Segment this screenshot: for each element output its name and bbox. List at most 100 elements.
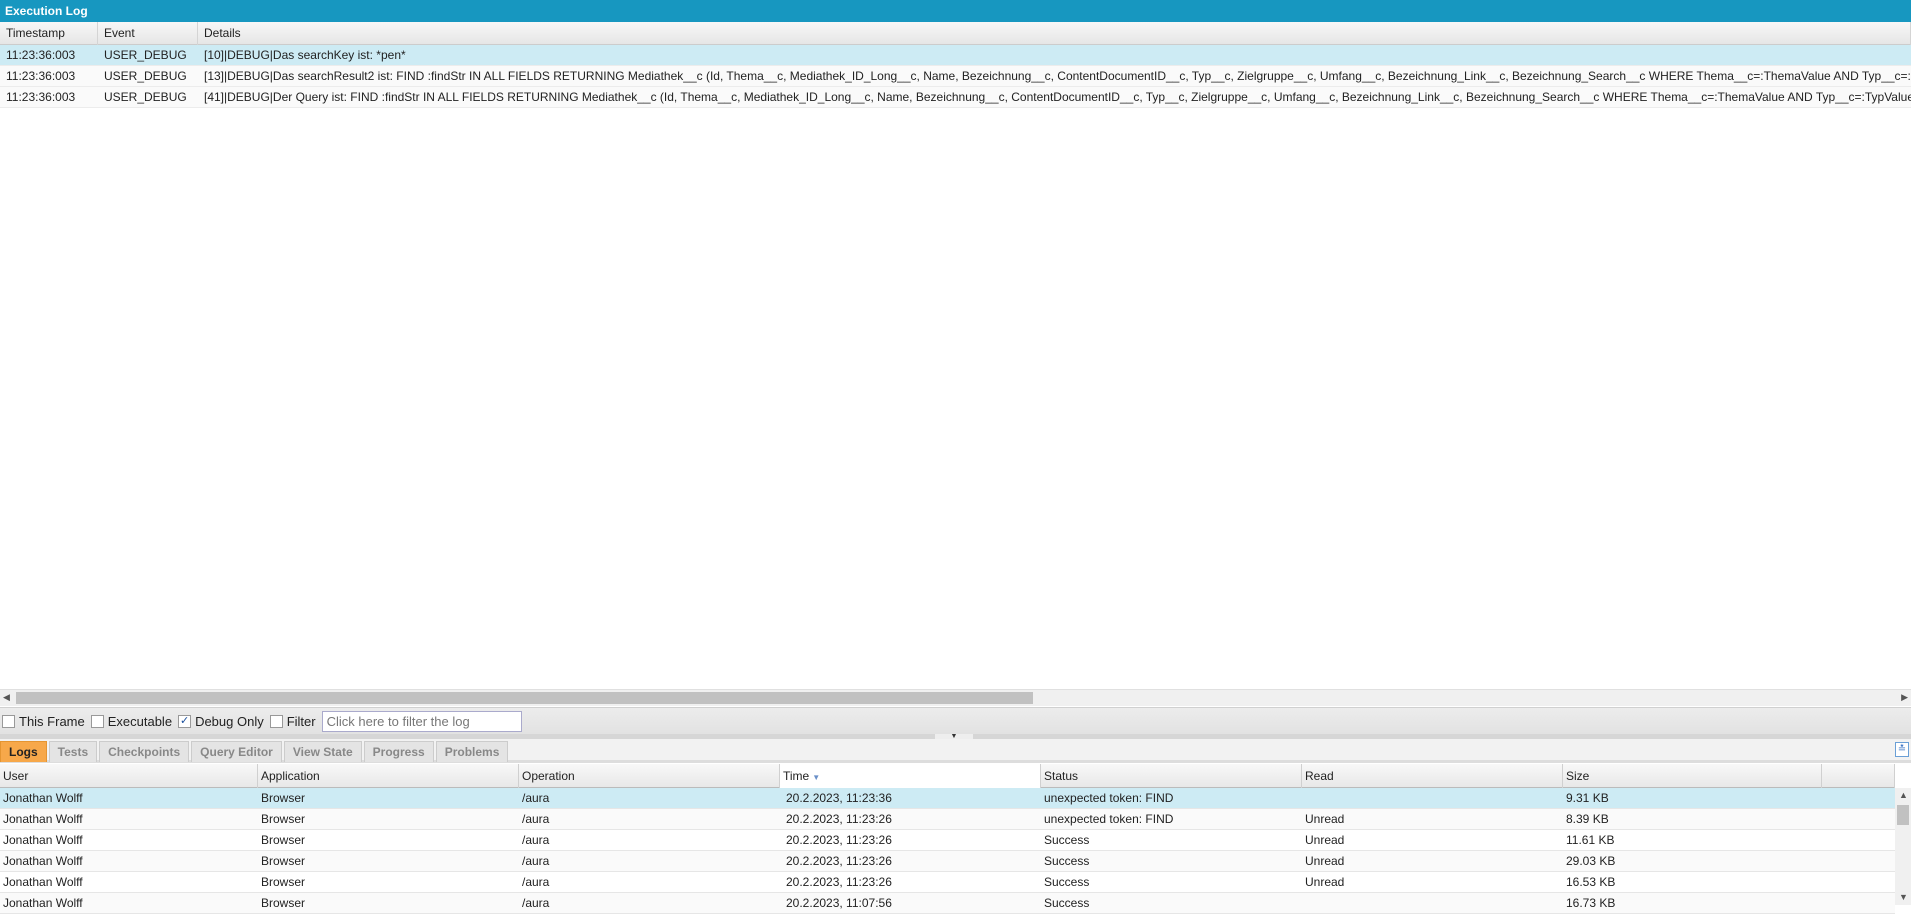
horizontal-scrollbar[interactable]: ◀ ▶ <box>0 689 1911 706</box>
debug-only-label: Debug Only <box>195 713 264 729</box>
time-cell: 20.2.2023, 11:23:26 <box>786 854 892 868</box>
column-time[interactable]: Time ▼ <box>780 764 1041 788</box>
tab-tests[interactable]: Tests <box>48 741 98 762</box>
this-frame-checkbox[interactable] <box>2 714 15 728</box>
time-cell: 20.2.2023, 11:23:26 <box>786 833 892 847</box>
column-application[interactable]: Application <box>258 764 519 788</box>
user-cell: Jonathan Wolff <box>3 791 83 805</box>
log-entry-row[interactable]: Jonathan Wolff Browser/aura 20.2.2023, 11:… <box>0 872 1895 893</box>
tab-logs[interactable]: Logs <box>0 741 47 762</box>
user-cell: Jonathan Wolff <box>3 896 83 910</box>
read-cell: Unread <box>1305 854 1345 868</box>
log-table-header: Timestamp Event Details <box>0 22 1911 45</box>
executable-label: Executable <box>107 713 173 729</box>
column-details[interactable]: Details <box>198 22 1911 45</box>
operation-cell: /aura <box>522 812 550 826</box>
execution-log-title: Execution Log <box>0 0 1911 22</box>
column-event[interactable]: Event <box>98 22 198 45</box>
log-row[interactable]: 11:23:36:003 USER_DEBUG [41]|DEBUG|Der Q… <box>0 87 1911 108</box>
time-cell: 20.2.2023, 11:23:26 <box>786 875 892 889</box>
time-cell: 20.2.2023, 11:07:56 <box>786 896 892 910</box>
log-entry-row[interactable]: Jonathan Wolff Browser/aura 20.2.2023, 11:… <box>0 830 1895 851</box>
read-cell <box>1302 788 1563 808</box>
scroll-down-icon[interactable]: ▼ <box>1899 892 1908 902</box>
logs-grid-header: User Application Operation Time ▼ Status … <box>0 764 1895 788</box>
debug-only-checkbox[interactable]: ✓ <box>178 714 192 728</box>
column-timestamp[interactable]: Timestamp <box>0 22 98 45</box>
this-frame-label: This Frame <box>19 713 85 729</box>
event-cell: USER_DEBUG <box>104 69 187 83</box>
operation-cell: /aura <box>522 791 550 805</box>
user-cell: Jonathan Wolff <box>3 812 83 826</box>
scroll-up-icon[interactable]: ▲ <box>1899 790 1908 800</box>
scrollbar-thumb[interactable] <box>16 692 1033 704</box>
executable-checkbox[interactable] <box>90 714 104 728</box>
status-cell: unexpected token: FIND <box>1044 791 1174 805</box>
size-cell: 16.53 KB <box>1566 875 1616 889</box>
application-cell: Browser <box>261 833 306 847</box>
details-cell: [10]|DEBUG|Das searchKey ist: *pen* <box>204 48 406 62</box>
filter-checkbox[interactable] <box>269 714 283 728</box>
tab-problems[interactable]: Problems <box>435 741 509 762</box>
event-cell: USER_DEBUG <box>104 90 187 104</box>
column-size[interactable]: Size <box>1563 764 1822 788</box>
column-extra <box>1822 764 1895 788</box>
time-cell: 20.2.2023, 11:23:26 <box>786 812 892 826</box>
size-cell: 8.39 KB <box>1566 812 1609 826</box>
vertical-scrollbar[interactable]: ▲ ▼ <box>1895 788 1911 905</box>
scrollbar-thumb[interactable] <box>1897 805 1909 825</box>
application-cell: Browser <box>261 854 306 868</box>
application-cell: Browser <box>261 791 306 805</box>
status-cell: Success <box>1044 854 1090 868</box>
status-cell: Success <box>1044 896 1090 910</box>
log-entry-row[interactable]: Jonathan Wolff Browser/aura 20.2.2023, 11:… <box>0 788 1895 809</box>
tab-query-editor[interactable]: Query Editor <box>191 741 282 762</box>
size-cell: 9.31 KB <box>1566 791 1609 805</box>
scroll-left-icon[interactable]: ◀ <box>3 692 10 703</box>
size-cell: 16.73 KB <box>1566 896 1616 910</box>
log-entry-row[interactable]: Jonathan Wolff Browser/aura 20.2.2023, 11:… <box>0 809 1895 830</box>
filter-label: Filter <box>286 713 316 729</box>
event-cell: USER_DEBUG <box>104 48 187 62</box>
details-cell: [13]|DEBUG|Das searchResult2 ist: FIND :… <box>204 69 1911 83</box>
column-operation[interactable]: Operation <box>519 764 780 788</box>
tab-progress[interactable]: Progress <box>363 741 434 762</box>
operation-cell: /aura <box>522 854 550 868</box>
log-row[interactable]: 11:23:36:003 USER_DEBUG [13]|DEBUG|Das s… <box>0 66 1911 87</box>
user-cell: Jonathan Wolff <box>3 875 83 889</box>
read-cell: Unread <box>1305 875 1345 889</box>
log-entry-row[interactable]: Jonathan Wolff Browser/aura 20.2.2023, 11:… <box>0 851 1895 872</box>
column-status[interactable]: Status <box>1041 764 1302 788</box>
read-cell <box>1302 893 1563 913</box>
timestamp-cell: 11:23:36:003 <box>6 90 76 104</box>
status-cell: Success <box>1044 833 1090 847</box>
read-cell: Unread <box>1305 812 1345 826</box>
column-read[interactable]: Read <box>1302 764 1563 788</box>
logs-grid-body: Jonathan Wolff Browser/aura 20.2.2023, 11:… <box>0 788 1895 914</box>
operation-cell: /aura <box>522 833 550 847</box>
log-entry-row[interactable]: Jonathan Wolff Browser/aura 20.2.2023, 11:… <box>0 893 1895 914</box>
status-cell: unexpected token: FIND <box>1044 812 1174 826</box>
timestamp-cell: 11:23:36:003 <box>6 48 76 62</box>
user-cell: Jonathan Wolff <box>3 833 83 847</box>
application-cell: Browser <box>261 896 306 910</box>
log-table-body: 11:23:36:003 USER_DEBUG [10]|DEBUG|Das s… <box>0 45 1911 108</box>
tab-checkpoints[interactable]: Checkpoints <box>99 741 190 762</box>
application-cell: Browser <box>261 812 306 826</box>
timestamp-cell: 11:23:36:003 <box>6 69 76 83</box>
size-cell: 29.03 KB <box>1566 854 1616 868</box>
application-cell: Browser <box>261 875 306 889</box>
details-cell: [41]|DEBUG|Der Query ist: FIND :findStr … <box>204 90 1911 104</box>
tab-view-state[interactable]: View State <box>283 741 362 762</box>
user-cell: Jonathan Wolff <box>3 854 83 868</box>
size-cell: 11.61 KB <box>1566 833 1615 847</box>
read-cell: Unread <box>1305 833 1345 847</box>
scroll-right-icon[interactable]: ▶ <box>1901 692 1908 703</box>
column-user[interactable]: User <box>0 764 258 788</box>
log-row[interactable]: 11:23:36:003 USER_DEBUG [10]|DEBUG|Das s… <box>0 45 1911 66</box>
operation-cell: /aura <box>522 875 550 889</box>
time-cell: 20.2.2023, 11:23:36 <box>786 791 892 805</box>
collapse-panel-icon[interactable]: ≛ <box>1895 742 1909 757</box>
filter-log-input[interactable]: Click here to filter the log <box>321 710 522 732</box>
sort-descending-icon: ▼ <box>812 773 821 782</box>
